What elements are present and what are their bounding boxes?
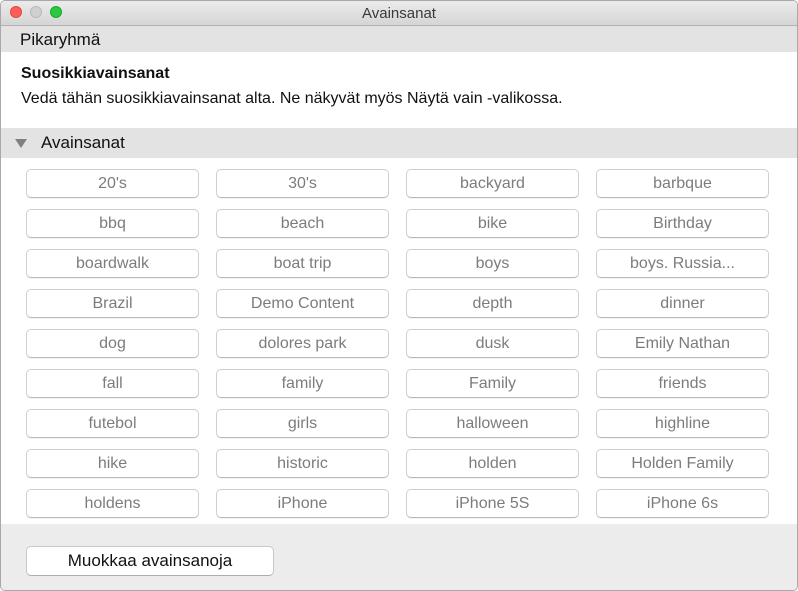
keyword-button[interactable]: iPhone 6s [596,489,769,518]
title-bar[interactable]: Avainsanat [1,1,797,26]
keyword-button[interactable]: hike [26,449,199,478]
keyword-button[interactable]: fall [26,369,199,398]
keyword-button[interactable]: iPhone [216,489,389,518]
keyword-button[interactable]: boardwalk [26,249,199,278]
keyword-button[interactable]: boys. Russia... [596,249,769,278]
disclosure-triangle-icon[interactable] [15,139,27,148]
keyword-button[interactable]: dolores park [216,329,389,358]
keyword-button[interactable]: bike [406,209,579,238]
quick-group-label: Pikaryhmä [20,30,101,49]
favorite-keywords-area[interactable]: Suosikkiavainsanat Vedä tähän suosikkiav… [1,52,797,128]
keyword-button[interactable]: holden [406,449,579,478]
keyword-button[interactable]: 30's [216,169,389,198]
keyword-button[interactable]: iPhone 5S [406,489,579,518]
keyword-button[interactable]: girls [216,409,389,438]
keyword-button[interactable]: highline [596,409,769,438]
favorite-keywords-heading: Suosikkiavainsanat [21,65,170,82]
keyword-button[interactable]: historic [216,449,389,478]
keyword-button[interactable]: boys [406,249,579,278]
keyword-button[interactable]: Brazil [26,289,199,318]
quick-group-header: Pikaryhmä [1,26,797,52]
keyword-button[interactable]: family [216,369,389,398]
keywords-grid: 20's 30's backyard barbque bbq beach bike Birth… [1,158,797,524]
keywords-section-header[interactable]: Avainsanat [1,128,797,158]
keywords-section-label: Avainsanat [41,133,125,152]
keyword-button[interactable]: dog [26,329,199,358]
keyword-button[interactable]: Demo Content [216,289,389,318]
keyword-button[interactable]: Family [406,369,579,398]
edit-keywords-button[interactable]: Muokkaa avainsanoja [26,546,274,576]
window-title: Avainsanat [362,5,436,22]
keyword-button[interactable]: Birthday [596,209,769,238]
keyword-button[interactable]: 20's [26,169,199,198]
keywords-window: Avainsanat Pikaryhmä Suosikkiavainsanat … [0,0,798,591]
keyword-button[interactable]: futebol [26,409,199,438]
keyword-button[interactable]: bbq [26,209,199,238]
keyword-button[interactable]: holdens [26,489,199,518]
keyword-button[interactable]: dusk [406,329,579,358]
keyword-button[interactable]: backyard [406,169,579,198]
favorite-keywords-description: Vedä tähän suosikkiavainsanat alta. Ne n… [21,90,563,107]
keyword-button[interactable]: friends [596,369,769,398]
keyword-button[interactable]: depth [406,289,579,318]
keyword-button[interactable]: dinner [596,289,769,318]
keyword-button[interactable]: Holden Family [596,449,769,478]
keyword-button[interactable]: halloween [406,409,579,438]
keyword-button[interactable]: Emily Nathan [596,329,769,358]
keyword-button[interactable]: barbque [596,169,769,198]
keyword-button[interactable]: boat trip [216,249,389,278]
keyword-button[interactable]: beach [216,209,389,238]
footer-bar: Muokkaa avainsanoja [1,524,797,590]
